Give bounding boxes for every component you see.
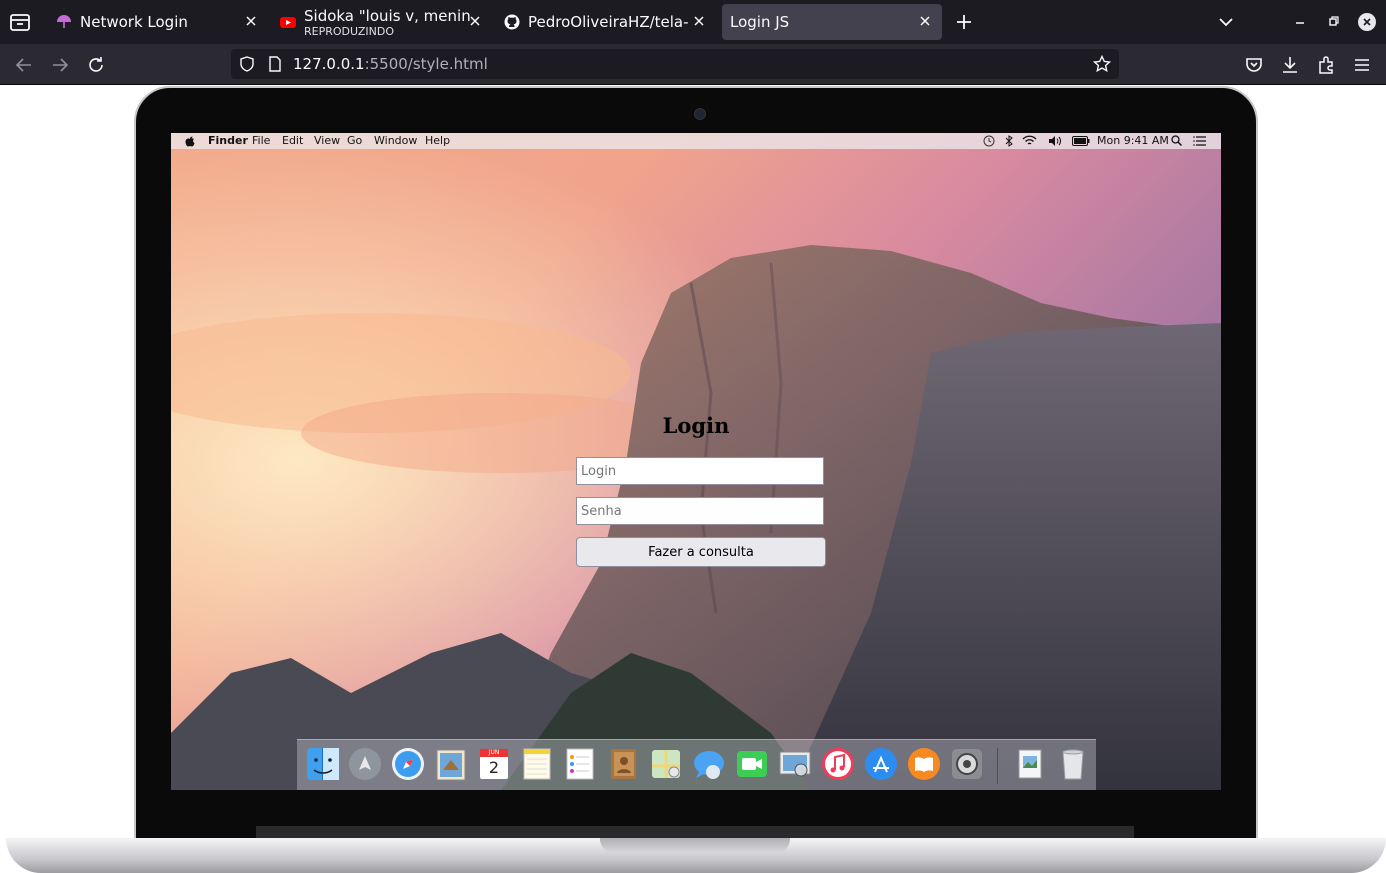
browser-tab-strip: Network Login Sidoka "louis v, menina li… bbox=[0, 0, 1386, 44]
system-preferences-icon[interactable] bbox=[949, 746, 985, 782]
volume-icon[interactable] bbox=[1048, 135, 1062, 147]
browser-toolbar: 127.0.0.1:5500/style.html bbox=[0, 44, 1386, 85]
messages-icon[interactable] bbox=[691, 746, 727, 782]
close-tab-icon[interactable] bbox=[918, 14, 932, 28]
pocket-icon[interactable] bbox=[1243, 54, 1265, 76]
tab-list-icon[interactable] bbox=[8, 10, 32, 34]
minimize-icon[interactable] bbox=[1290, 12, 1310, 32]
facetime-icon[interactable] bbox=[734, 746, 770, 782]
close-window-icon[interactable] bbox=[1357, 12, 1377, 32]
tab-title: Login JS bbox=[730, 13, 790, 31]
mail-icon[interactable] bbox=[433, 746, 469, 782]
launchpad-icon[interactable] bbox=[347, 746, 383, 782]
bookmark-star-icon[interactable] bbox=[1093, 55, 1111, 73]
trash-icon[interactable] bbox=[1055, 746, 1091, 782]
calendar-month: JUN bbox=[488, 749, 500, 756]
menu-file[interactable]: File bbox=[252, 134, 270, 147]
download-icon[interactable] bbox=[1279, 54, 1301, 76]
finder-icon[interactable] bbox=[305, 746, 341, 782]
bluetooth-icon[interactable] bbox=[1005, 135, 1013, 147]
camera-icon bbox=[694, 108, 706, 120]
mac-menu-bar: Finder File Edit View Go Window Help Mon… bbox=[171, 133, 1221, 149]
apple-logo-icon[interactable] bbox=[185, 135, 195, 147]
url-bar[interactable]: 127.0.0.1:5500/style.html bbox=[231, 49, 1119, 79]
shield-icon[interactable] bbox=[239, 56, 255, 72]
chevron-down-icon[interactable] bbox=[1216, 12, 1236, 32]
time-machine-icon[interactable] bbox=[983, 135, 995, 147]
github-icon bbox=[504, 14, 520, 30]
wifi-icon[interactable] bbox=[1022, 135, 1037, 147]
reload-icon[interactable] bbox=[85, 54, 107, 76]
restore-icon[interactable] bbox=[1323, 12, 1343, 32]
contacts-icon[interactable] bbox=[605, 746, 641, 782]
login-input[interactable] bbox=[576, 457, 824, 485]
url-host: 127.0.0.1 bbox=[293, 55, 365, 73]
tab-audio-status: REPRODUZINDO bbox=[304, 25, 394, 38]
reminders-icon[interactable] bbox=[562, 746, 598, 782]
itunes-icon[interactable] bbox=[820, 746, 856, 782]
tab-network-login[interactable]: Network Login bbox=[44, 4, 268, 40]
menu-clock[interactable]: Mon 9:41 AM bbox=[1097, 134, 1169, 147]
calendar-icon[interactable]: JUN 2 bbox=[476, 746, 512, 782]
url-text: 127.0.0.1:5500/style.html bbox=[293, 55, 488, 73]
forward-icon[interactable] bbox=[49, 54, 71, 76]
menu-finder[interactable]: Finder bbox=[208, 134, 248, 147]
menu-edit[interactable]: Edit bbox=[282, 134, 303, 147]
photo-viewer-icon[interactable] bbox=[777, 746, 813, 782]
mac-dock: JUN 2 bbox=[297, 739, 1096, 790]
new-tab-icon[interactable] bbox=[954, 12, 974, 32]
tab-title: PedroOliveiraHZ/tela-de- bbox=[528, 13, 688, 31]
menu-window[interactable]: Window bbox=[374, 134, 417, 147]
downloads-folder-icon[interactable] bbox=[1013, 746, 1049, 782]
tab-title: Network Login bbox=[80, 13, 188, 31]
submit-button[interactable]: Fazer a consulta bbox=[576, 537, 826, 567]
dock-separator bbox=[997, 748, 998, 784]
menu-view[interactable]: View bbox=[314, 134, 340, 147]
maps-icon[interactable] bbox=[648, 746, 684, 782]
close-tab-icon[interactable] bbox=[692, 14, 706, 28]
tab-title: Sidoka "louis v, menina lin bbox=[304, 7, 472, 25]
notes-icon[interactable] bbox=[519, 746, 555, 782]
laptop-notch bbox=[600, 838, 790, 853]
close-tab-icon[interactable] bbox=[468, 14, 482, 28]
page-icon[interactable] bbox=[267, 56, 283, 72]
laptop-screen: Finder File Edit View Go Window Help Mon… bbox=[171, 133, 1221, 790]
notification-center-icon[interactable] bbox=[1193, 136, 1206, 146]
tab-youtube[interactable]: Sidoka "louis v, menina lin REPRODUZINDO bbox=[268, 4, 492, 40]
menu-icon[interactable] bbox=[1351, 54, 1373, 76]
password-input[interactable] bbox=[576, 497, 824, 525]
ibooks-icon[interactable] bbox=[906, 746, 942, 782]
close-tab-icon[interactable] bbox=[244, 14, 258, 28]
laptop-hinge bbox=[256, 826, 1134, 838]
menu-go[interactable]: Go bbox=[347, 134, 362, 147]
battery-icon[interactable] bbox=[1072, 136, 1090, 146]
youtube-icon bbox=[280, 17, 296, 28]
safari-icon[interactable] bbox=[390, 746, 426, 782]
extensions-icon[interactable] bbox=[1315, 54, 1337, 76]
spotlight-search-icon[interactable] bbox=[1171, 135, 1182, 147]
app-store-icon[interactable] bbox=[863, 746, 899, 782]
login-title: Login bbox=[662, 413, 730, 438]
menu-help[interactable]: Help bbox=[425, 134, 450, 147]
tab-login-js[interactable]: Login JS bbox=[722, 4, 942, 40]
back-icon[interactable] bbox=[13, 54, 35, 76]
tab-github[interactable]: PedroOliveiraHZ/tela-de- bbox=[492, 4, 716, 40]
calendar-day: 2 bbox=[488, 758, 500, 777]
umbrella-icon bbox=[57, 15, 71, 28]
url-path: :5500/style.html bbox=[364, 55, 488, 73]
